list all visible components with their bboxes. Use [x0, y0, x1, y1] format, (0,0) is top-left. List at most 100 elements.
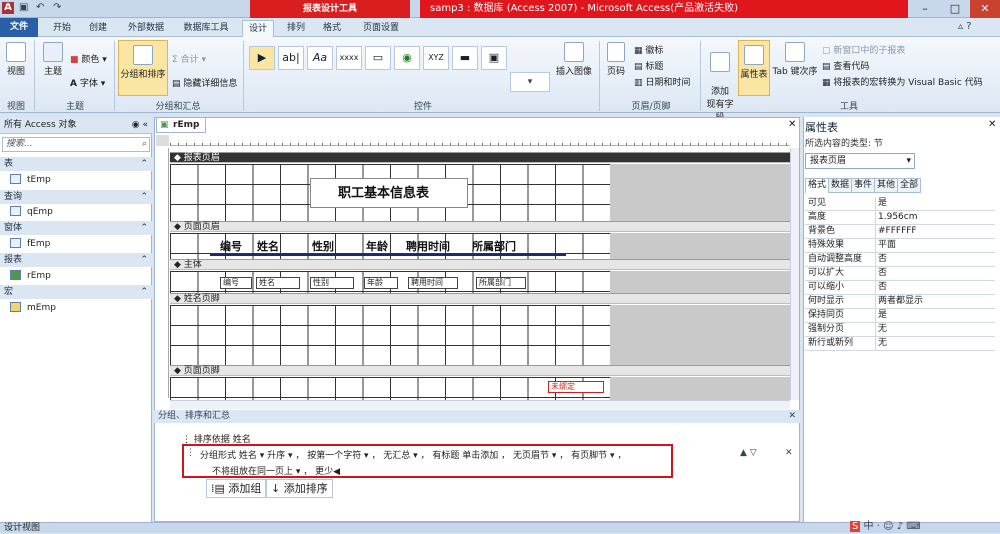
prop-value[interactable]: 否: [875, 281, 995, 294]
group-drag-handle-icon[interactable]: ⋮: [186, 448, 195, 458]
label-department[interactable]: 所属部门: [472, 238, 516, 254]
tab-arrange[interactable]: 排列: [282, 20, 310, 37]
section-page-header[interactable]: ◆ 页面页眉: [170, 221, 790, 232]
colors-button[interactable]: ■ 颜色 ▾: [70, 52, 107, 65]
maximize-icon[interactable]: □: [940, 0, 970, 18]
panel-close-icon[interactable]: ✕: [788, 410, 796, 423]
prop-value[interactable]: 无: [875, 323, 995, 336]
hyperlink-icon[interactable]: ◉: [394, 46, 420, 70]
prop-row[interactable]: 强制分页 无: [805, 323, 995, 337]
field-gender[interactable]: 性别: [310, 277, 354, 289]
nav-item-femp[interactable]: fEmp: [10, 238, 50, 249]
insert-image-button[interactable]: 插入图像: [556, 42, 592, 77]
tab-file[interactable]: 文件: [0, 18, 38, 37]
prop-value[interactable]: 是: [875, 309, 995, 322]
props-tab-other[interactable]: 其他: [874, 178, 899, 193]
group-options-line[interactable]: 分组形式 姓名 ▾ 升序 ▾ ， 按第一个字符 ▾ ， 无汇总 ▾ ， 有标题 …: [200, 448, 626, 461]
props-tab-all[interactable]: 全部: [897, 178, 922, 193]
textbox-control-icon[interactable]: ab|: [278, 46, 304, 70]
prop-row[interactable]: 可见 是: [805, 197, 995, 211]
delete-group-icon[interactable]: ✕: [785, 448, 793, 458]
nav-category-forms[interactable]: 窗体 ⌃: [0, 221, 152, 235]
tab-home[interactable]: 开始: [48, 20, 76, 37]
label-gender[interactable]: 性别: [312, 238, 334, 254]
title-button[interactable]: ▤ 标题: [634, 59, 663, 72]
field-hire-date[interactable]: 聘用时间: [408, 277, 458, 289]
prop-row[interactable]: 可以缩小 否: [805, 281, 995, 295]
field-department[interactable]: 所属部门: [476, 277, 526, 289]
tab-database-tools[interactable]: 数据库工具: [178, 20, 234, 37]
page-break-icon[interactable]: ▬: [452, 46, 478, 70]
nav-header[interactable]: 所有 Access 对象 ◉ «: [0, 117, 152, 134]
add-sort-button[interactable]: ↓ 添加排序: [266, 479, 333, 498]
doc-close-icon[interactable]: ✕: [788, 119, 796, 130]
report-title[interactable]: 职工基本信息表: [338, 182, 429, 201]
option-group-icon[interactable]: XYZ: [423, 46, 449, 70]
field-age[interactable]: 年龄: [364, 277, 398, 289]
group-footer-grid[interactable]: [170, 305, 610, 365]
label-control-icon[interactable]: Aa: [307, 46, 333, 70]
redo-icon[interactable]: ↷: [53, 2, 65, 14]
nav-category-reports[interactable]: 报表 ⌃: [0, 253, 152, 267]
header-underline[interactable]: [210, 254, 566, 256]
props-tab-format[interactable]: 格式: [805, 178, 830, 193]
group-sort-button[interactable]: 分组和排序: [118, 40, 168, 96]
theme-button[interactable]: 主题: [40, 42, 66, 77]
nav-toggle-icon[interactable]: ◉ «: [132, 117, 148, 134]
more-controls-icon[interactable]: ▾: [510, 72, 550, 92]
view-button[interactable]: 视图: [4, 42, 28, 77]
section-group-footer[interactable]: ◆ 姓名页脚: [170, 293, 790, 304]
prop-row[interactable]: 保持同页 是: [805, 309, 995, 323]
prop-row[interactable]: 可以扩大 否: [805, 267, 995, 281]
label-hire-date[interactable]: 聘用时间: [406, 238, 450, 254]
help-icon[interactable]: ▵ ?: [958, 21, 972, 32]
prop-value[interactable]: 1.956cm: [875, 211, 995, 224]
label-name[interactable]: 姓名: [257, 238, 279, 254]
props-tab-event[interactable]: 事件: [851, 178, 876, 193]
prop-value[interactable]: 否: [875, 267, 995, 280]
tab-page-setup[interactable]: 页面设置: [356, 20, 406, 37]
prop-value[interactable]: 两者都显示: [875, 295, 995, 308]
undo-icon[interactable]: ↶: [36, 2, 48, 14]
tab-control-icon[interactable]: ▭: [365, 46, 391, 70]
prop-row[interactable]: 何时显示 两者都显示: [805, 295, 995, 309]
minimize-icon[interactable]: –: [910, 0, 940, 18]
datetime-button[interactable]: ▥ 日期和时间: [634, 75, 690, 88]
props-tab-data[interactable]: 数据: [828, 178, 853, 193]
logo-button[interactable]: ▦ 徽标: [634, 43, 663, 56]
move-up-icon[interactable]: ▲ ▽: [740, 448, 757, 458]
fonts-button[interactable]: A 字体 ▾: [70, 76, 105, 89]
tab-order-button[interactable]: Tab 键次序: [772, 42, 818, 77]
unbound-textbox[interactable]: 未绑定: [548, 381, 604, 393]
prop-value[interactable]: 平面: [875, 239, 995, 252]
field-id[interactable]: 编号: [220, 277, 252, 289]
convert-macro-button[interactable]: ▦ 将报表的宏转换为 Visual Basic 代码: [822, 75, 983, 88]
ruler-corner[interactable]: [156, 135, 169, 146]
tab-external-data[interactable]: 外部数据: [122, 20, 170, 37]
property-sheet-button[interactable]: 属性表: [738, 40, 770, 96]
prop-value[interactable]: #FFFFFF: [875, 225, 995, 238]
prop-row[interactable]: 自动调整高度 否: [805, 253, 995, 267]
prop-row[interactable]: 特殊效果 平面: [805, 239, 995, 253]
prop-value[interactable]: 无: [875, 337, 995, 350]
horizontal-scrollbar[interactable]: [170, 400, 790, 409]
doc-tab-remp[interactable]: ▣ rEmp: [156, 117, 206, 133]
nav-item-memp[interactable]: mEmp: [10, 302, 56, 313]
field-name[interactable]: 姓名: [256, 277, 300, 289]
label-id[interactable]: 编号: [220, 238, 242, 254]
section-page-footer[interactable]: ◆ 页面页脚: [170, 365, 790, 376]
nav-category-macros[interactable]: 宏 ⌃: [0, 285, 152, 299]
view-code-button[interactable]: ▤ 查看代码: [822, 59, 869, 72]
nav-item-temp[interactable]: tEmp: [10, 174, 51, 185]
nav-item-qemp[interactable]: qEmp: [10, 206, 53, 217]
hide-details-button[interactable]: ▤ 隐藏详细信息: [172, 76, 237, 89]
tab-design[interactable]: 设计: [242, 20, 274, 38]
nav-category-queries[interactable]: 查询 ⌃: [0, 190, 152, 204]
page-footer-grid[interactable]: [170, 377, 610, 400]
chart-control-icon[interactable]: ▣: [481, 46, 507, 70]
nav-search-input[interactable]: 搜索... ⌕: [2, 137, 150, 152]
tab-format[interactable]: 格式: [318, 20, 346, 37]
selection-dropdown[interactable]: 报表页眉 ▾: [805, 153, 915, 169]
prop-row[interactable]: 高度 1.956cm: [805, 211, 995, 225]
nav-category-tables[interactable]: 表 ⌃: [0, 157, 152, 171]
